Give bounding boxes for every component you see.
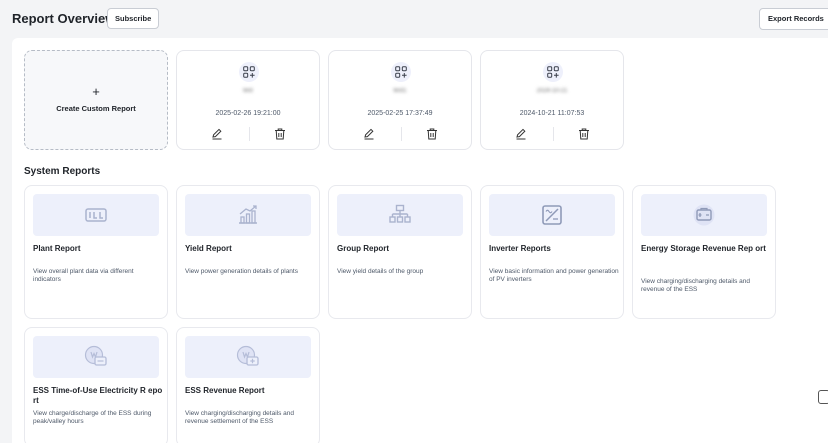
plant-icon [85, 208, 107, 222]
report-title: Energy Storage Revenue Rep ort [641, 244, 766, 253]
divider [553, 127, 554, 141]
edit-icon[interactable] [210, 127, 224, 141]
battery-icon [693, 204, 715, 226]
report-description: View power generation details of plants [185, 268, 298, 275]
report-banner [489, 194, 615, 236]
report-description: View charging/discharging details and re… [641, 278, 751, 293]
report-banner [33, 336, 159, 378]
delete-icon[interactable] [273, 127, 287, 141]
report-banner [337, 194, 463, 236]
delete-icon[interactable] [577, 127, 591, 141]
custom-report-card[interactable]: test 2025-02-26 19:21:00 [176, 50, 320, 150]
edit-icon[interactable] [514, 127, 528, 141]
custom-report-name: 2024-10-21 [536, 88, 568, 94]
report-card-yield[interactable]: Yield Report View power generation detai… [176, 185, 320, 319]
report-card-ess-time-of-use[interactable]: ESS Time-of-Use Electricity R eport View… [24, 327, 168, 443]
export-records-button[interactable]: Export Records [759, 8, 828, 30]
report-card-ess-revenue[interactable]: ESS Revenue Report View charging/dischar… [176, 327, 320, 443]
divider [249, 127, 250, 141]
report-title: Plant Report [33, 244, 81, 253]
report-banner [185, 336, 311, 378]
report-description: View overall plant data via different in… [33, 268, 134, 283]
custom-report-date: 2024-10-21 11:07:53 [519, 110, 585, 117]
report-description: View basic information and power generat… [489, 268, 619, 283]
report-title: Inverter Reports [489, 244, 551, 253]
top-bar: Report Overview Subscribe Export Records [0, 0, 828, 38]
report-card-energy-storage-revenue[interactable]: Energy Storage Revenue Rep ort View char… [632, 185, 776, 319]
report-grid-icon [543, 62, 563, 82]
ess-revenue-icon [236, 345, 259, 366]
report-banner [185, 194, 311, 236]
custom-report-date: 2025-02-26 19:21:00 [215, 110, 281, 117]
ess-tou-icon [84, 345, 107, 366]
page-title: Report Overview [12, 11, 116, 26]
report-grid-icon [391, 62, 411, 82]
subscribe-button[interactable]: Subscribe [107, 8, 160, 29]
create-custom-report-card[interactable]: + Create Custom Report [24, 50, 168, 150]
report-card-inverter[interactable]: Inverter Reports View basic information … [480, 185, 624, 319]
group-hierarchy-icon [389, 204, 411, 223]
side-panel-toggle-icon[interactable] [818, 390, 828, 404]
custom-report-name: test [243, 88, 253, 94]
report-title: Group Report [337, 244, 389, 253]
delete-icon[interactable] [425, 127, 439, 141]
custom-report-card[interactable]: 2024-10-21 2024-10-21 11:07:53 [480, 50, 624, 150]
divider [401, 127, 402, 141]
report-banner [641, 194, 767, 236]
report-title: Yield Report [185, 244, 232, 253]
create-custom-report-label: Create Custom Report [56, 104, 136, 113]
section-title-system-reports: System Reports [24, 166, 101, 177]
report-title: ESS Time-of-Use Electricity R eport [33, 386, 163, 405]
custom-report-date: 2025-02-25 17:37:49 [367, 110, 433, 117]
report-title: ESS Revenue Report [185, 386, 265, 395]
custom-report-card[interactable]: test1 2025-02-25 17:37:49 [328, 50, 472, 150]
plus-icon: + [92, 84, 100, 99]
report-grid-icon [239, 62, 259, 82]
report-description: View charge/discharge of the ESS during … [33, 410, 152, 425]
report-description: View yield details of the group [337, 268, 424, 275]
report-card-plant[interactable]: Plant Report View overall plant data via… [24, 185, 168, 319]
report-description: View charging/discharging details and re… [185, 410, 295, 425]
report-banner [33, 194, 159, 236]
inverter-icon [542, 205, 562, 225]
yield-chart-icon [239, 205, 257, 224]
edit-icon[interactable] [362, 127, 376, 141]
report-card-group[interactable]: Group Report View yield details of the g… [328, 185, 472, 319]
custom-report-name: test1 [393, 88, 407, 94]
